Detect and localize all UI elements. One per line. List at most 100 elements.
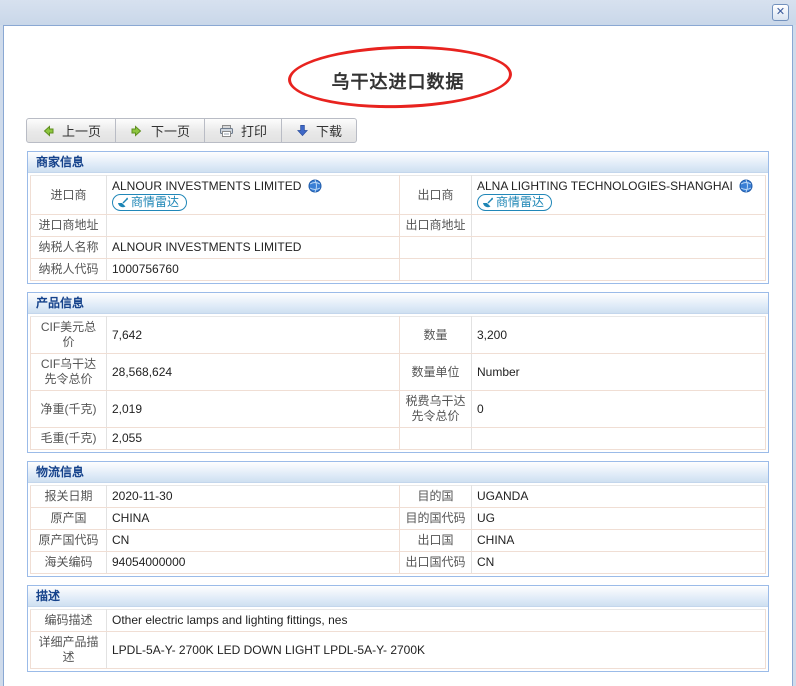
empty-cell [472, 237, 766, 259]
hs-description-value: Other electric lamps and lighting fittin… [107, 610, 766, 632]
field-value: 7,642 [107, 317, 400, 354]
next-page-button[interactable]: 下一页 [115, 118, 205, 143]
radar-label: 商情雷达 [496, 195, 544, 210]
taxpayer-code-value: 1000756760 [107, 259, 400, 281]
importer-label: 进口商 [31, 176, 107, 215]
section-merchant-info: 商家信息 进口商 ALNOUR INVESTMENTS LIMITED [27, 151, 769, 284]
section-logistics-body: 报关日期 2020-11-30 目的国 UGANDA 原产国 CHINA 目的国… [28, 483, 768, 576]
logistics-table: 报关日期 2020-11-30 目的国 UGANDA 原产国 CHINA 目的国… [30, 485, 766, 574]
taxpayer-name-value: ALNOUR INVESTMENTS LIMITED [107, 237, 400, 259]
empty-cell [400, 259, 472, 281]
table-row: 纳税人代码 1000756760 [31, 259, 766, 281]
hs-description-label: 编码描述 [31, 610, 107, 632]
radar-label: 商情雷达 [131, 195, 179, 210]
table-row: 进口商 ALNOUR INVESTMENTS LIMITED [31, 176, 766, 215]
table-row: 详细产品描述 LPDL-5A-Y- 2700K LED DOWN LIGHT L… [31, 632, 766, 669]
field-label: 数量单位 [400, 354, 472, 391]
field-value: 2,055 [107, 428, 400, 450]
importer-address-label: 进口商地址 [31, 215, 107, 237]
table-row: 毛重(千克) 2,055 [31, 428, 766, 450]
table-row: 纳税人名称 ALNOUR INVESTMENTS LIMITED [31, 237, 766, 259]
empty-cell [400, 237, 472, 259]
field-value [472, 428, 766, 450]
taxpayer-name-label: 纳税人名称 [31, 237, 107, 259]
section-description: 描述 编码描述 Other electric lamps and lightin… [27, 585, 769, 672]
download-button[interactable]: 下载 [281, 118, 357, 143]
table-row: 报关日期 2020-11-30 目的国 UGANDA [31, 486, 766, 508]
field-value: UGANDA [472, 486, 766, 508]
field-label: 海关编码 [31, 552, 107, 574]
importer-value-cell: ALNOUR INVESTMENTS LIMITED 商情雷达 [107, 176, 400, 215]
field-value: CHINA [107, 508, 400, 530]
field-label: 税费乌干达先令总价 [400, 391, 472, 428]
field-value: CHINA [472, 530, 766, 552]
field-value: 28,568,624 [107, 354, 400, 391]
importer-name: ALNOUR INVESTMENTS LIMITED [112, 179, 301, 193]
field-value: CN [107, 530, 400, 552]
close-button[interactable]: ✕ [772, 4, 789, 21]
section-merchant-body: 进口商 ALNOUR INVESTMENTS LIMITED [28, 173, 768, 283]
field-value: UG [472, 508, 766, 530]
dialog-panel: 乌干达进口数据 上一页 下一页 打印 [3, 25, 793, 686]
table-row: 原产国代码 CN 出口国 CHINA [31, 530, 766, 552]
product-table: CIF美元总价 7,642 数量 3,200 CIF乌干达先令总价 28,568… [30, 316, 766, 450]
prev-page-label: 上一页 [62, 121, 101, 140]
empty-cell [472, 259, 766, 281]
table-row: 净重(千克) 2,019 税费乌干达先令总价 0 [31, 391, 766, 428]
field-value: 0 [472, 391, 766, 428]
exporter-address-label: 出口商地址 [400, 215, 472, 237]
field-value: 2020-11-30 [107, 486, 400, 508]
field-label [400, 428, 472, 450]
table-row: 编码描述 Other electric lamps and lighting f… [31, 610, 766, 632]
field-value: 3,200 [472, 317, 766, 354]
section-description-body: 编码描述 Other electric lamps and lighting f… [28, 607, 768, 671]
section-merchant-header: 商家信息 [28, 152, 768, 173]
download-label: 下载 [316, 121, 342, 140]
arrow-left-icon [41, 124, 55, 138]
download-icon [296, 124, 309, 137]
field-label: CIF乌干达先令总价 [31, 354, 107, 391]
field-label: 出口国 [400, 530, 472, 552]
exporter-address-value [472, 215, 766, 237]
field-label: 毛重(千克) [31, 428, 107, 450]
globe-icon[interactable] [739, 179, 753, 193]
print-label: 打印 [241, 121, 267, 140]
close-icon: ✕ [776, 6, 785, 18]
radar-button[interactable]: 商情雷达 [112, 194, 187, 211]
table-row: 原产国 CHINA 目的国代码 UG [31, 508, 766, 530]
radar-icon [482, 197, 494, 209]
product-description-value: LPDL-5A-Y- 2700K LED DOWN LIGHT LPDL-5A-… [107, 632, 766, 669]
field-value: 94054000000 [107, 552, 400, 574]
exporter-name: ALNA LIGHTING TECHNOLOGIES-SHANGHAI [477, 179, 733, 193]
section-product-info: 产品信息 CIF美元总价 7,642 数量 3,200 CIF乌干达先令总价 2… [27, 292, 769, 453]
field-label: 原产国代码 [31, 530, 107, 552]
table-row: CIF美元总价 7,642 数量 3,200 [31, 317, 766, 354]
table-row: CIF乌干达先令总价 28,568,624 数量单位 Number [31, 354, 766, 391]
field-value: 2,019 [107, 391, 400, 428]
section-logistics-header: 物流信息 [28, 462, 768, 483]
field-label: 原产国 [31, 508, 107, 530]
globe-icon[interactable] [308, 179, 322, 193]
table-row: 进口商地址 出口商地址 [31, 215, 766, 237]
exporter-label: 出口商 [400, 176, 472, 215]
taxpayer-code-label: 纳税人代码 [31, 259, 107, 281]
radar-icon [117, 197, 129, 209]
field-label: 报关日期 [31, 486, 107, 508]
section-logistics-info: 物流信息 报关日期 2020-11-30 目的国 UGANDA 原产国 CHIN… [27, 461, 769, 577]
dialog-titlebar: ✕ [0, 0, 796, 25]
description-table: 编码描述 Other electric lamps and lighting f… [30, 609, 766, 669]
field-label: 目的国代码 [400, 508, 472, 530]
print-button[interactable]: 打印 [204, 118, 282, 143]
field-value: Number [472, 354, 766, 391]
section-description-header: 描述 [28, 586, 768, 607]
importer-address-value [107, 215, 400, 237]
exporter-value-cell: ALNA LIGHTING TECHNOLOGIES-SHANGHAI [472, 176, 766, 215]
next-page-label: 下一页 [151, 121, 190, 140]
radar-button[interactable]: 商情雷达 [477, 194, 552, 211]
title-area: 乌干达进口数据 [4, 26, 792, 118]
product-description-label: 详细产品描述 [31, 632, 107, 669]
arrow-right-icon [130, 124, 144, 138]
field-label: CIF美元总价 [31, 317, 107, 354]
field-value: CN [472, 552, 766, 574]
prev-page-button[interactable]: 上一页 [26, 118, 116, 143]
